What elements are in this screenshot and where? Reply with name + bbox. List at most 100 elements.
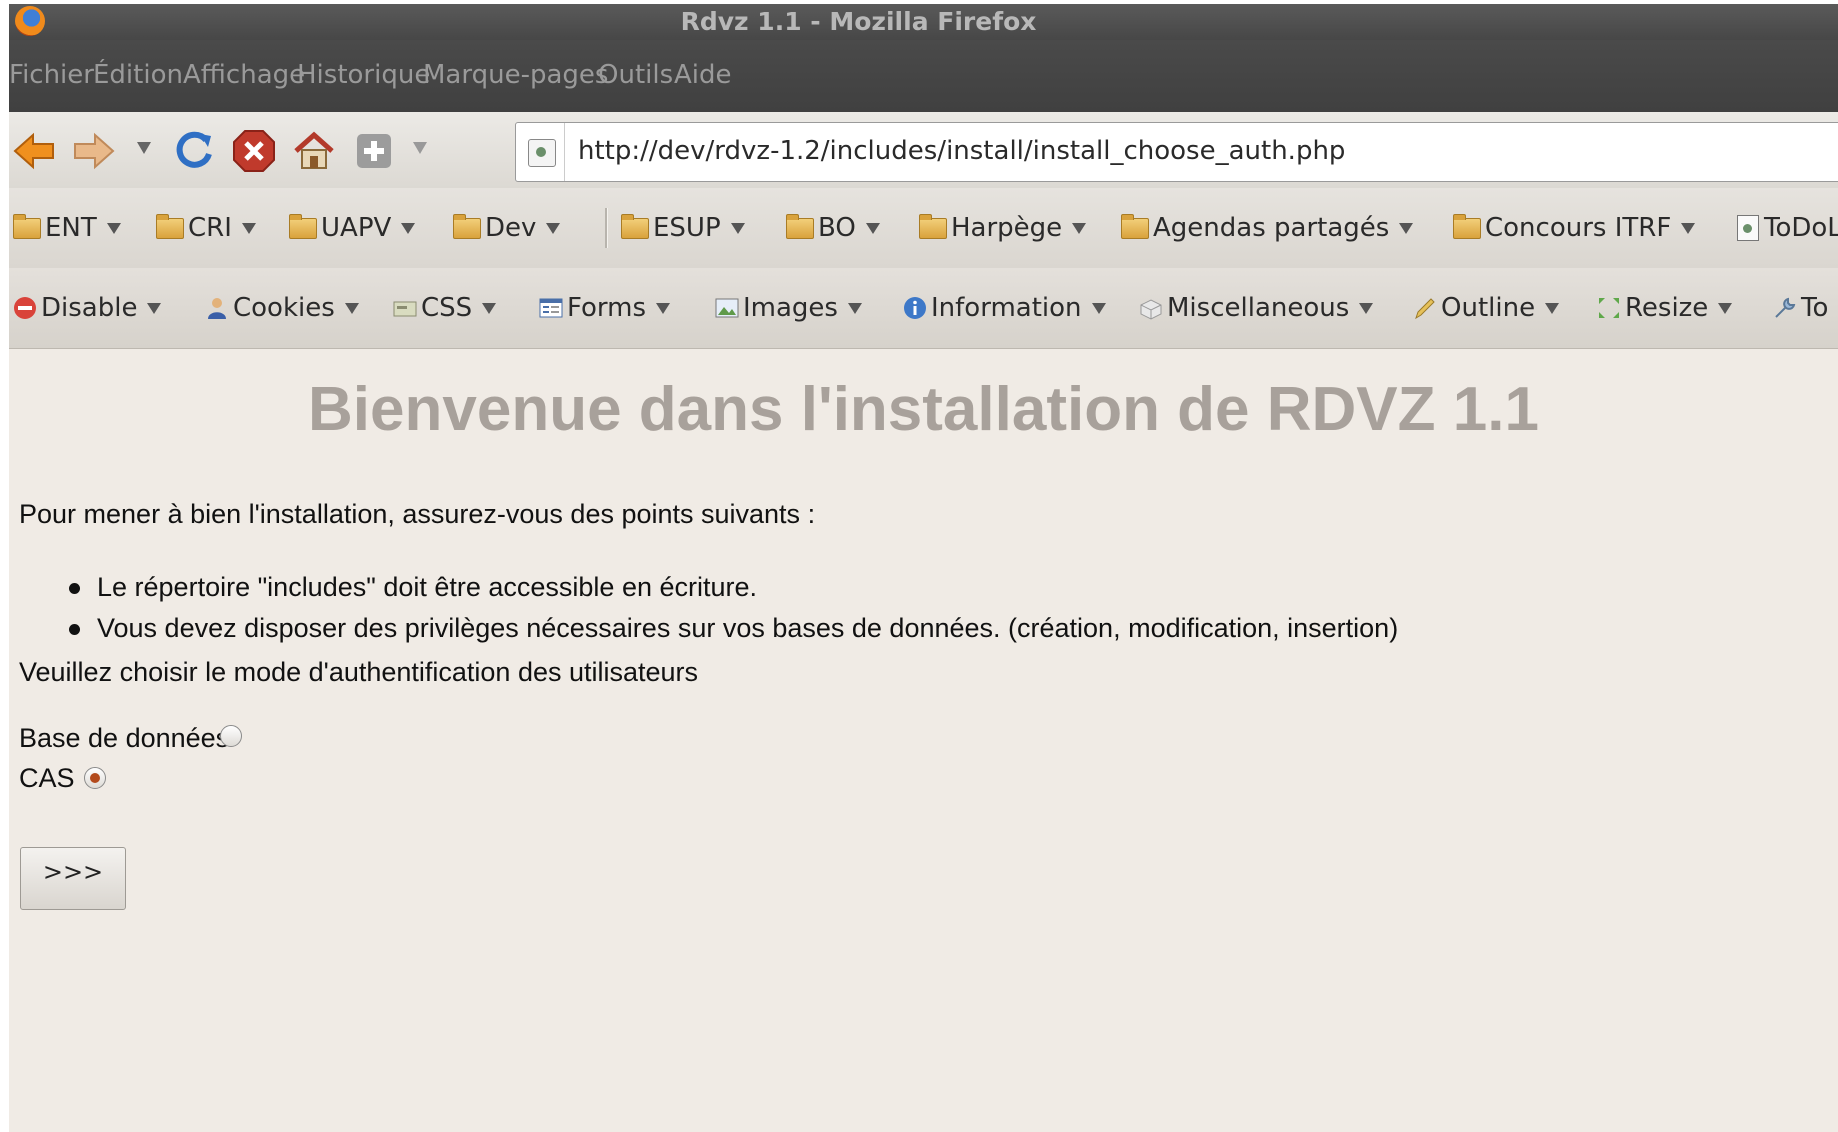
folder-icon bbox=[919, 213, 947, 239]
dev-menu-label: Images bbox=[743, 293, 838, 323]
dev-menu-images[interactable]: Images bbox=[715, 292, 862, 324]
forward-button[interactable] bbox=[71, 128, 117, 174]
caret-down-icon bbox=[1399, 222, 1414, 234]
menu-edition[interactable]: Édition bbox=[93, 60, 183, 90]
caret-down-icon bbox=[106, 222, 121, 234]
bookmark-folder-ent[interactable]: ENT bbox=[13, 212, 121, 244]
menu-marque-pages[interactable]: Marque-pages bbox=[423, 60, 608, 90]
bookmark-label: Dev bbox=[485, 213, 537, 243]
intro-text: Pour mener à bien l'installation, assure… bbox=[19, 499, 816, 529]
dev-menu-forms[interactable]: Forms bbox=[539, 292, 671, 324]
caret-down-icon bbox=[1091, 302, 1106, 314]
next-button[interactable]: >>> bbox=[20, 847, 126, 910]
caret-down-icon bbox=[546, 222, 561, 234]
reload-button[interactable] bbox=[171, 128, 217, 174]
miscellaneous-icon bbox=[1140, 299, 1162, 320]
page-title: Bienvenue dans l'installation de RDVZ 1.… bbox=[308, 375, 1539, 444]
history-dropdown-icon[interactable] bbox=[137, 142, 151, 154]
folder-icon bbox=[621, 213, 649, 239]
back-button[interactable] bbox=[11, 128, 57, 174]
window-title: Rdvz 1.1 - Mozilla Firefox bbox=[680, 7, 1037, 36]
stop-button[interactable] bbox=[231, 128, 277, 174]
stop-icon bbox=[233, 130, 275, 172]
dev-menu-label: CSS bbox=[421, 293, 473, 323]
dev-menu-miscellaneous[interactable]: Miscellaneous bbox=[1139, 292, 1374, 324]
dev-menu-disable[interactable]: Disable bbox=[13, 292, 162, 324]
dev-menu-label: Outline bbox=[1441, 293, 1536, 323]
outline-pencil-icon bbox=[1415, 298, 1435, 320]
dev-menu-resize[interactable]: Resize bbox=[1597, 292, 1733, 324]
dev-menu-label: Forms bbox=[567, 293, 647, 323]
images-icon bbox=[715, 298, 739, 318]
bookmark-label: Harpège bbox=[951, 213, 1063, 243]
page-icon bbox=[1737, 215, 1759, 241]
list-item: Vous devez disposer des privilèges néces… bbox=[69, 608, 1398, 649]
caret-down-icon bbox=[1359, 302, 1374, 314]
folder-icon bbox=[289, 213, 317, 239]
auth-option-cas-radio[interactable] bbox=[84, 767, 106, 789]
site-identity-icon[interactable] bbox=[528, 139, 556, 167]
resize-icon bbox=[1599, 298, 1619, 318]
auth-option-database-label[interactable]: Base de données bbox=[19, 723, 229, 754]
auth-option-database-radio[interactable] bbox=[220, 725, 242, 747]
bookmark-label: Concours ITRF bbox=[1485, 213, 1672, 243]
bookmark-folder-bo[interactable]: BO bbox=[786, 212, 880, 244]
dev-menu-css[interactable]: CSS bbox=[393, 292, 497, 324]
bookmark-label: Agendas partagés bbox=[1153, 213, 1390, 243]
reload-icon bbox=[176, 131, 212, 168]
url-bar[interactable] bbox=[515, 122, 1838, 182]
bookmark-label: ESUP bbox=[653, 213, 721, 243]
bookmark-folder-agendas[interactable]: Agendas partagés bbox=[1121, 212, 1414, 244]
browser-window: Rdvz 1.1 - Mozilla Firefox Fichier Éditi… bbox=[9, 4, 1838, 1132]
caret-down-icon bbox=[1072, 222, 1087, 234]
folder-icon bbox=[453, 213, 481, 239]
dev-menu-outline[interactable]: Outline bbox=[1413, 292, 1560, 324]
page-content: Bienvenue dans l'installation de RDVZ 1.… bbox=[9, 349, 1838, 1132]
information-icon bbox=[904, 297, 926, 319]
caret-down-icon bbox=[865, 222, 880, 234]
new-tab-button[interactable] bbox=[351, 128, 397, 174]
forward-arrow-icon bbox=[74, 132, 115, 170]
caret-down-icon bbox=[1545, 302, 1560, 314]
menu-aide[interactable]: Aide bbox=[674, 60, 732, 90]
bookmark-folder-cri[interactable]: CRI bbox=[156, 212, 256, 244]
toolbar-separator bbox=[605, 208, 608, 248]
title-bar: Rdvz 1.1 - Mozilla Firefox bbox=[9, 4, 1838, 40]
folder-icon bbox=[156, 213, 184, 239]
bookmark-folder-uapv[interactable]: UAPV bbox=[289, 212, 416, 244]
bookmark-folder-harpege[interactable]: Harpège bbox=[919, 212, 1087, 244]
caret-down-icon bbox=[401, 222, 416, 234]
caret-down-icon bbox=[147, 302, 162, 314]
bookmark-folder-concours[interactable]: Concours ITRF bbox=[1453, 212, 1696, 244]
url-input[interactable] bbox=[578, 131, 1828, 171]
dev-menu-label: Resize bbox=[1625, 293, 1709, 323]
plus-icon bbox=[357, 134, 391, 168]
caret-down-icon bbox=[241, 222, 256, 234]
auth-option-cas-label[interactable]: CAS bbox=[19, 763, 75, 794]
folder-icon bbox=[13, 213, 41, 239]
menu-fichier[interactable]: Fichier bbox=[9, 60, 94, 90]
bookmark-todol[interactable]: ToDoL bbox=[1737, 212, 1838, 244]
dev-menu-label: Miscellaneous bbox=[1167, 293, 1350, 323]
home-icon bbox=[294, 131, 334, 169]
dev-menu-tools[interactable]: To bbox=[1773, 292, 1828, 324]
bookmark-folder-esup[interactable]: ESUP bbox=[621, 212, 745, 244]
folder-icon bbox=[1121, 213, 1149, 239]
bookmark-folder-dev[interactable]: Dev bbox=[453, 212, 561, 244]
dev-menu-label: Information bbox=[931, 293, 1082, 323]
menu-bar: Fichier Édition Affichage Historique Mar… bbox=[9, 40, 1838, 112]
dev-menu-cookies[interactable]: Cookies bbox=[205, 292, 359, 324]
menu-affichage[interactable]: Affichage bbox=[183, 60, 305, 90]
css-icon bbox=[393, 301, 417, 317]
menu-outils[interactable]: Outils bbox=[598, 60, 673, 90]
disable-icon bbox=[14, 297, 36, 319]
dev-menu-label: Disable bbox=[41, 293, 138, 323]
dev-menu-label: To bbox=[1801, 293, 1829, 323]
toolbar-dropdown-icon[interactable] bbox=[413, 142, 427, 154]
bookmark-label: ENT bbox=[45, 213, 97, 243]
dev-menu-label: Cookies bbox=[233, 293, 335, 323]
list-item: Le répertoire "includes" doit être acces… bbox=[69, 567, 1398, 608]
menu-historique[interactable]: Historique bbox=[297, 60, 430, 90]
dev-menu-information[interactable]: Information bbox=[903, 292, 1106, 324]
home-button[interactable] bbox=[291, 128, 337, 174]
